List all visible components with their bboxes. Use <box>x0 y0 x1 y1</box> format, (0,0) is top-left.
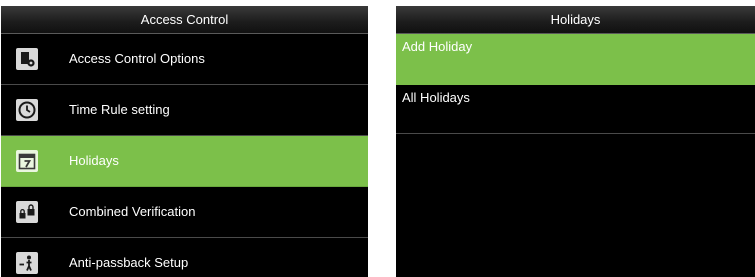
clock-icon <box>16 99 38 121</box>
locks-icon <box>16 201 38 223</box>
list-item-all-holidays[interactable]: All Holidays <box>396 85 755 134</box>
menu-item-access-control-options[interactable]: Access Control Options <box>1 34 368 85</box>
menu-item-combined-verification[interactable]: Combined Verification <box>1 187 368 238</box>
menu-item-label: Anti-passback Setup <box>69 255 189 270</box>
holidays-title: Holidays <box>396 6 755 34</box>
menu-item-label: Time Rule setting <box>69 102 170 117</box>
calendar-icon <box>16 150 38 172</box>
access-control-screen: Access Control Access Control Options Ti… <box>1 6 368 277</box>
access-options-icon <box>16 48 38 70</box>
menu-item-label: Access Control Options <box>69 51 205 66</box>
holidays-screen: Holidays Add Holiday All Holidays <box>396 6 755 277</box>
menu-item-label: Holidays <box>69 153 119 168</box>
menu-item-anti-passback-setup[interactable]: Anti-passback Setup <box>1 238 368 277</box>
list-item-label: All Holidays <box>402 90 470 105</box>
anti-passback-icon <box>16 252 38 274</box>
access-control-title: Access Control <box>1 6 368 34</box>
list-item-label: Add Holiday <box>402 39 473 54</box>
menu-item-holidays[interactable]: Holidays <box>1 136 368 187</box>
menu-item-time-rule-setting[interactable]: Time Rule setting <box>1 85 368 136</box>
list-item-add-holiday[interactable]: Add Holiday <box>396 34 755 85</box>
menu-item-label: Combined Verification <box>69 204 196 219</box>
